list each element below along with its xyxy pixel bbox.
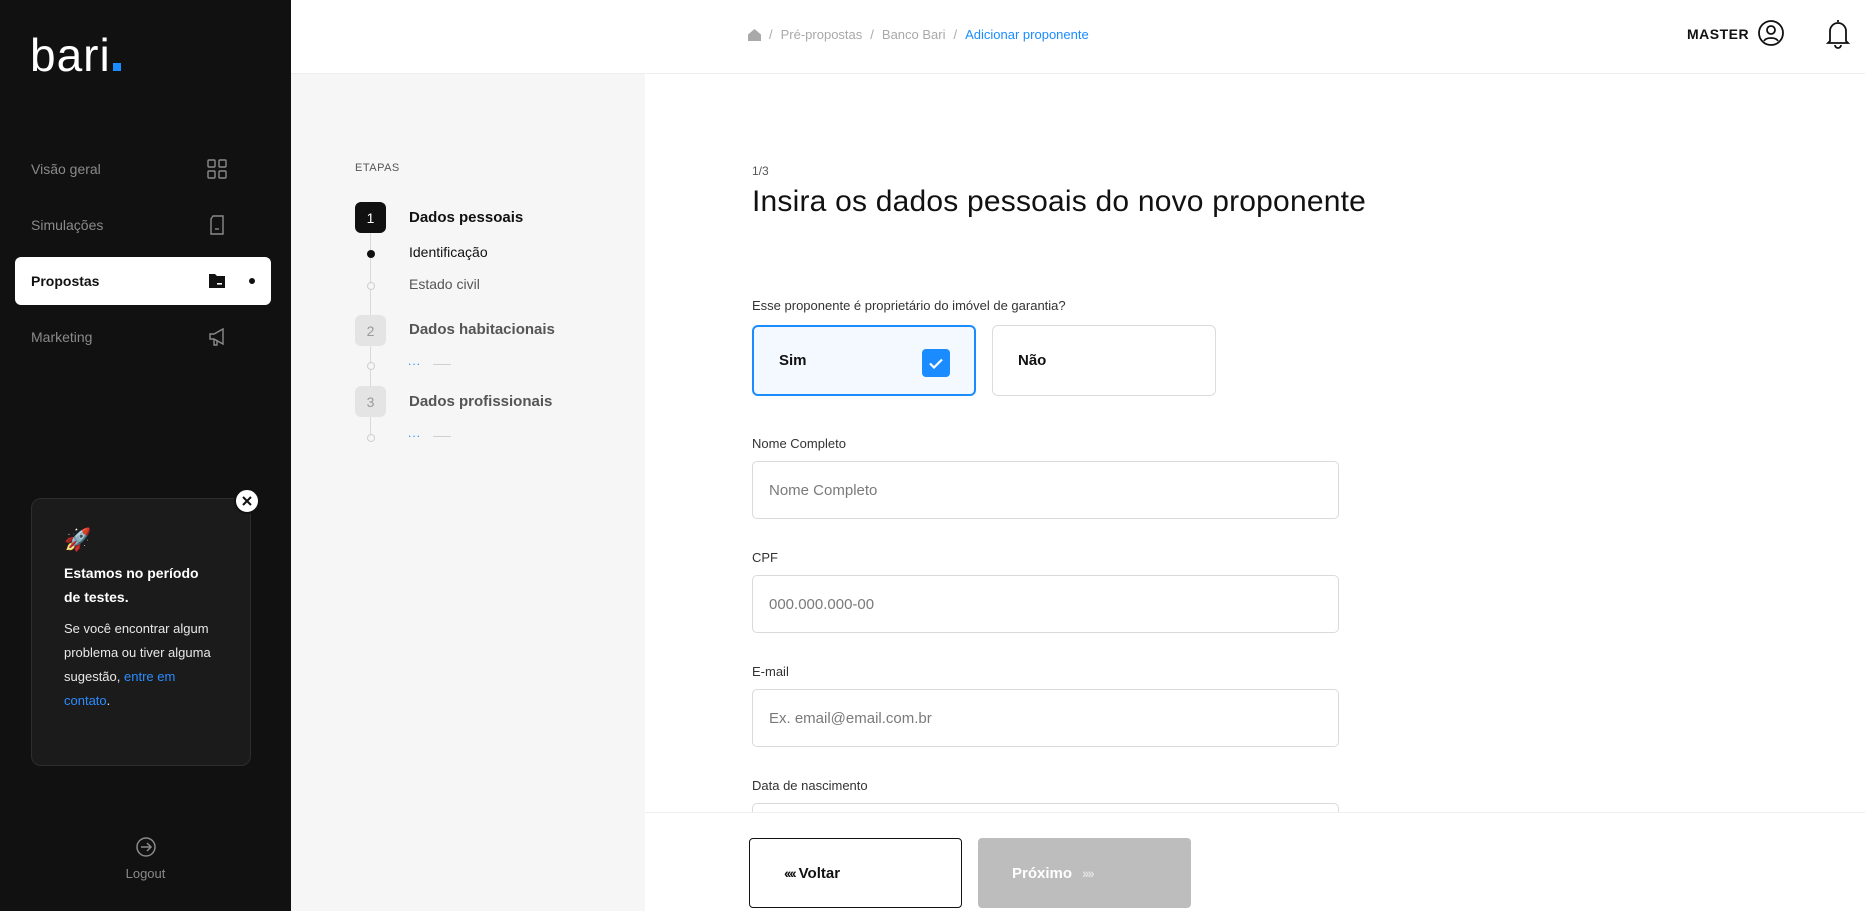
substep-label[interactable]: Estado civil <box>409 276 480 292</box>
folder-icon <box>209 274 225 288</box>
name-label: Nome Completo <box>752 436 846 451</box>
option-nao[interactable]: Não <box>992 325 1216 396</box>
step-number: 3 <box>355 386 386 417</box>
promo-title: Estamos no período de testes. <box>64 565 199 605</box>
home-icon[interactable] <box>748 28 761 41</box>
cpf-label: CPF <box>752 550 778 565</box>
breadcrumb: / Pré-propostas / Banco Bari / Adicionar… <box>748 27 1089 42</box>
substep-dot <box>367 282 375 290</box>
sidebar: bari Visão geral Simulações Propostas Ma… <box>0 0 291 911</box>
grid-icon <box>207 159 227 179</box>
steps-panel: ETAPAS 1 Dados pessoais Identificação Es… <box>291 74 645 911</box>
sidebar-item-label: Visão geral <box>31 161 101 177</box>
close-icon[interactable] <box>234 488 260 514</box>
megaphone-icon <box>209 327 224 346</box>
steps-title: ETAPAS <box>355 162 400 174</box>
email-label: E-mail <box>752 664 789 679</box>
rocket-icon: 🚀 <box>64 527 92 552</box>
substep-dot <box>367 434 375 442</box>
name-input[interactable] <box>752 461 1339 519</box>
breadcrumb-item[interactable]: Banco Bari <box>882 27 946 42</box>
step-label[interactable]: Dados pessoais <box>409 209 523 226</box>
sidebar-nav: Visão geral Simulações Propostas Marketi… <box>15 145 271 369</box>
next-button[interactable]: Próximo ›››› <box>978 838 1191 908</box>
sidebar-item-label: Simulações <box>31 217 104 233</box>
page-title: Insira os dados pessoais do novo propone… <box>752 185 1367 218</box>
substep-label[interactable]: Identificação <box>409 244 488 260</box>
option-label: Não <box>1018 352 1047 369</box>
step-label[interactable]: Dados profissionais <box>409 393 552 410</box>
chevrons-left-icon: ‹‹‹‹ <box>784 865 797 881</box>
step-number: 2 <box>355 315 386 346</box>
document-icon <box>210 215 224 235</box>
back-button[interactable]: ‹‹‹‹ Voltar <box>749 838 962 908</box>
bell-icon[interactable] <box>1824 17 1852 49</box>
form-area: 1/3 Insira os dados pessoais do novo pro… <box>645 74 1865 861</box>
user-name[interactable]: MASTER <box>1687 26 1749 42</box>
chevrons-right-icon: ›››› <box>1082 865 1095 881</box>
promo-card: 🚀 Estamos no período de testes. Se você … <box>31 498 251 766</box>
step-number: 1 <box>355 202 386 233</box>
sidebar-item-propostas[interactable]: Propostas <box>15 257 271 305</box>
owner-question: Esse proponente é proprietário do imóvel… <box>752 298 1066 313</box>
user-avatar-icon[interactable] <box>1757 19 1785 47</box>
sidebar-item-marketing[interactable]: Marketing <box>15 313 271 361</box>
form-footer: ‹‹‹‹ Voltar Próximo ›››› <box>645 812 1865 911</box>
sidebar-item-label: Propostas <box>31 273 100 289</box>
step-label[interactable]: Dados habitacionais <box>409 321 555 338</box>
checkbox-checked-icon <box>922 349 950 377</box>
brand-logo[interactable]: bari <box>30 32 121 78</box>
option-label: Sim <box>779 352 807 369</box>
sidebar-item-simulacoes[interactable]: Simulações <box>15 201 271 249</box>
substep-placeholder: ... <box>408 426 422 440</box>
breadcrumb-current: Adicionar proponente <box>965 27 1089 42</box>
promo-text: Se você encontrar algum problema ou tive… <box>64 621 211 708</box>
option-sim[interactable]: Sim <box>752 325 976 396</box>
substep-dash <box>433 364 451 365</box>
next-label: Próximo <box>1012 864 1073 882</box>
substep-placeholder: ... <box>408 354 422 368</box>
logout-button[interactable]: Logout <box>0 836 291 881</box>
email-input[interactable] <box>752 689 1339 747</box>
birthdate-label: Data de nascimento <box>752 778 868 793</box>
active-indicator <box>249 278 255 284</box>
logout-label: Logout <box>125 866 166 881</box>
cpf-input[interactable] <box>752 575 1339 633</box>
sidebar-item-label: Marketing <box>31 329 93 345</box>
substep-dot <box>367 362 375 370</box>
substep-dash <box>433 436 451 437</box>
sidebar-item-visao-geral[interactable]: Visão geral <box>15 145 271 193</box>
substep-dot <box>367 250 375 258</box>
step-counter: 1/3 <box>752 164 769 178</box>
top-header: / Pré-propostas / Banco Bari / Adicionar… <box>291 0 1865 74</box>
back-label: Voltar <box>798 864 841 882</box>
breadcrumb-item[interactable]: Pré-propostas <box>781 27 863 42</box>
logout-icon <box>135 837 156 857</box>
